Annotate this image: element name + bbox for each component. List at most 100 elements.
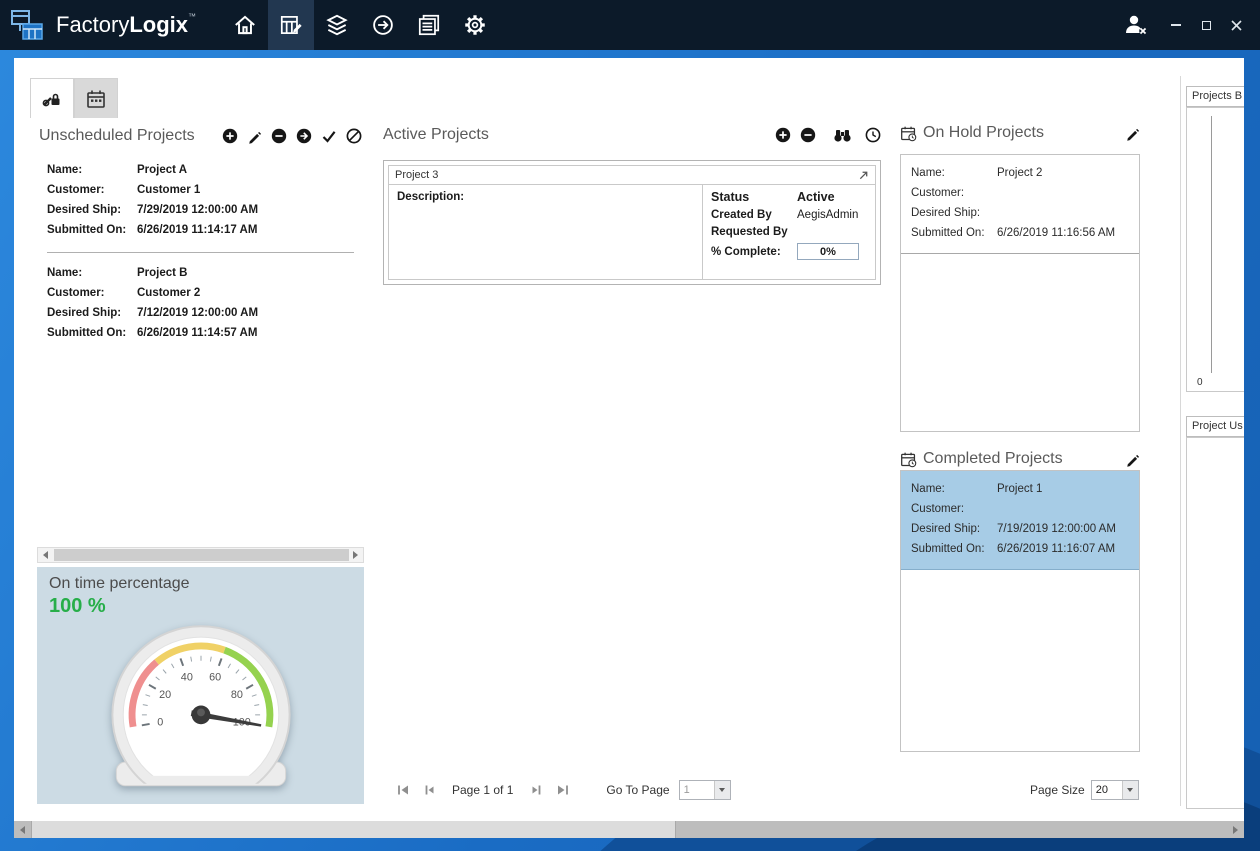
close-icon: [1231, 20, 1242, 31]
close-button[interactable]: [1224, 0, 1248, 50]
chart-axis-zero-label: 0: [1197, 377, 1203, 388]
materials-icon[interactable]: [314, 0, 360, 50]
unscheduled-projects-list: Name:Project A Customer:Customer 1 Desir…: [37, 150, 364, 547]
project-desired-ship: 7/29/2019 12:00:00 AM: [137, 200, 356, 220]
brand-logix: Logix: [129, 12, 188, 37]
project-submitted-on: 6/26/2019 11:16:56 AM: [997, 223, 1131, 243]
scroll-right-arrow[interactable]: [1227, 821, 1244, 838]
cancel-slash-icon[interactable]: [346, 128, 362, 144]
on-hold-project-item[interactable]: Name:Project 2 Customer: Desired Ship: S…: [901, 155, 1139, 254]
activate-project-icon[interactable]: [296, 128, 312, 144]
field-label: Name:: [47, 263, 137, 283]
expand-card-icon[interactable]: [858, 170, 869, 181]
go-to-page-value[interactable]: 1: [680, 781, 714, 799]
project-customer: Customer 2: [137, 283, 356, 303]
first-page-button[interactable]: [394, 783, 411, 798]
project-usage-panel-tab[interactable]: Project Us: [1186, 416, 1244, 437]
unscheduled-horizontal-scrollbar[interactable]: [37, 547, 364, 563]
field-label: Submitted On:: [47, 220, 137, 240]
documents-icon[interactable]: [406, 0, 452, 50]
scrollbar-thumb[interactable]: [31, 821, 676, 838]
active-projects-header: Active Projects: [383, 120, 881, 150]
project-submitted-on: 6/26/2019 11:14:57 AM: [137, 323, 356, 343]
active-projects-title: Active Projects: [383, 126, 489, 144]
completed-project-item-selected[interactable]: Name:Project 1 Customer: Desired Ship:7/…: [901, 471, 1139, 570]
on-time-value: 100 %: [37, 593, 364, 618]
navigation-icon[interactable]: [360, 0, 406, 50]
chevron-down-icon: [1127, 788, 1133, 792]
main-content: Unscheduled Projects Name:Project A Cust…: [14, 58, 1244, 838]
completed-projects-list: Name:Project 1 Customer: Desired Ship:7/…: [900, 470, 1140, 752]
gauge-tick-label: 80: [230, 689, 242, 701]
titlebar-right-controls: [1112, 0, 1260, 50]
active-project-card[interactable]: Project 3 Description: StatusActive Crea…: [388, 165, 876, 280]
remove-active-icon[interactable]: [800, 127, 816, 143]
main-horizontal-scrollbar[interactable]: [14, 821, 1244, 838]
field-label: Submitted On:: [911, 539, 997, 559]
project-submitted-on: 6/26/2019 11:16:07 AM: [997, 539, 1131, 559]
scroll-right-arrow[interactable]: [348, 548, 363, 562]
panel-splitter[interactable]: [1180, 76, 1181, 806]
percent-complete-input[interactable]: 0%: [797, 243, 859, 260]
history-clock-icon[interactable]: [865, 127, 881, 143]
maximize-icon: [1202, 21, 1211, 30]
field-label: Desired Ship:: [47, 200, 137, 220]
edit-completed-icon[interactable]: [1125, 452, 1140, 467]
tab-scheduling[interactable]: [74, 78, 118, 118]
page-size-value[interactable]: 20: [1092, 781, 1122, 799]
field-label: Customer:: [911, 183, 997, 203]
page-size-control: Page Size 20: [1030, 780, 1139, 800]
projects-by-panel-tab[interactable]: Projects B: [1186, 86, 1244, 107]
edit-on-hold-icon[interactable]: [1125, 126, 1140, 141]
remove-project-icon[interactable]: [271, 128, 287, 144]
scroll-left-arrow[interactable]: [38, 548, 53, 562]
tab-engineering[interactable]: [30, 78, 74, 118]
completed-title: Completed Projects: [923, 450, 1063, 468]
wrench-lock-icon: [42, 89, 62, 109]
project-desired-ship: 7/19/2019 12:00:00 AM: [997, 519, 1131, 539]
approve-check-icon[interactable]: [321, 128, 337, 144]
go-to-page-dropdown-button[interactable]: [714, 781, 730, 799]
go-to-page-combobox[interactable]: 1: [679, 780, 731, 800]
last-page-button[interactable]: [554, 783, 571, 798]
completed-projects-header: Completed Projects: [900, 446, 1140, 472]
previous-page-button[interactable]: [420, 783, 437, 798]
minimize-button[interactable]: [1164, 0, 1188, 50]
search-binoculars-icon[interactable]: [833, 128, 852, 143]
gauge-tick-label: 0: [157, 717, 163, 729]
scroll-left-arrow[interactable]: [14, 821, 31, 838]
edit-project-icon[interactable]: [247, 129, 262, 144]
settings-gear-icon[interactable]: [452, 0, 498, 50]
maximize-button[interactable]: [1194, 0, 1218, 50]
view-tabs: [30, 78, 118, 118]
on-hold-projects-list: Name:Project 2 Customer: Desired Ship: S…: [900, 154, 1140, 432]
created-by-label: Created By: [711, 209, 797, 221]
main-navigation: [222, 0, 498, 50]
next-page-button[interactable]: [528, 783, 545, 798]
project-desired-ship: [997, 203, 1131, 223]
home-icon[interactable]: [222, 0, 268, 50]
minimize-icon: [1171, 24, 1181, 26]
active-projects-pagination: Page 1 of 1 Go To Page 1: [394, 780, 731, 800]
add-project-icon[interactable]: [222, 128, 238, 144]
created-by-value: AegisAdmin: [797, 209, 867, 221]
unscheduled-project-item[interactable]: Name:Project B Customer:Customer 2 Desir…: [37, 253, 364, 355]
status-value: Active: [797, 190, 867, 204]
project-desired-ship: 7/12/2019 12:00:00 AM: [137, 303, 356, 323]
page-size-dropdown-button[interactable]: [1122, 781, 1138, 799]
field-label: Customer:: [47, 283, 137, 303]
page-size-combobox[interactable]: 20: [1091, 780, 1139, 800]
trademark: ™: [188, 12, 196, 21]
field-label: Submitted On:: [47, 323, 137, 343]
field-label: Desired Ship:: [911, 519, 997, 539]
active-project-name: Project 3: [395, 169, 438, 181]
on-hold-title: On Hold Projects: [923, 124, 1044, 142]
unscheduled-project-item[interactable]: Name:Project A Customer:Customer 1 Desir…: [37, 150, 364, 252]
field-label: Submitted On:: [911, 223, 997, 243]
on-time-percentage-panel: On time percentage 100 %: [37, 567, 364, 804]
add-active-icon[interactable]: [775, 127, 791, 143]
planning-icon[interactable]: [268, 0, 314, 50]
logout-user-icon[interactable]: [1112, 0, 1158, 50]
scrollbar-thumb[interactable]: [54, 549, 349, 561]
requested-by-label: Requested By: [711, 226, 797, 238]
